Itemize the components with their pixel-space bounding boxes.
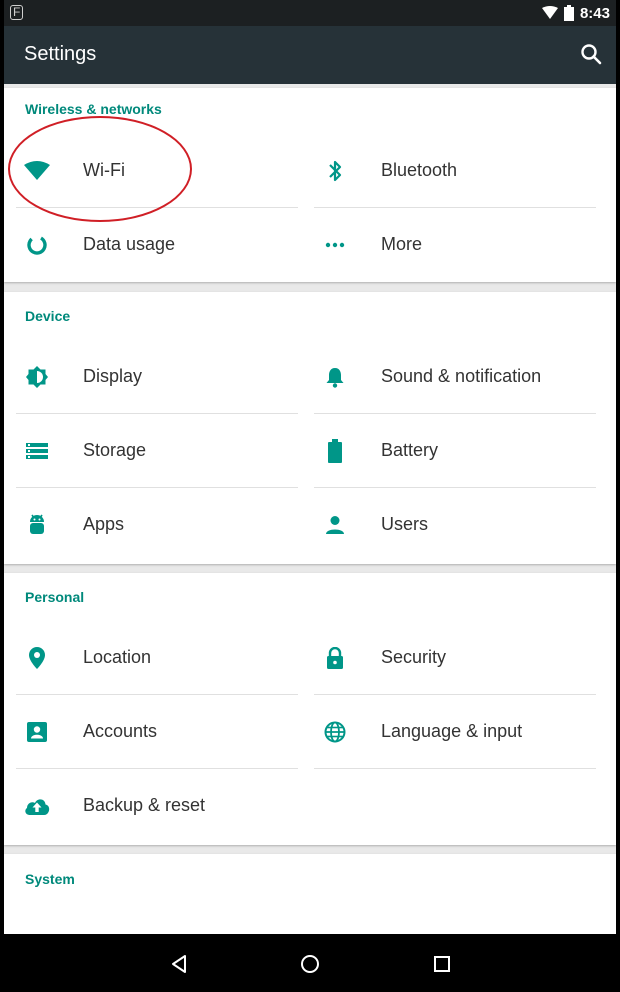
- section-title: Device: [25, 308, 71, 324]
- user-icon: [322, 512, 348, 538]
- bell-icon: [322, 364, 348, 390]
- data-usage-icon: [24, 232, 50, 258]
- status-bar: F 8:43: [4, 0, 616, 26]
- item-label: Backup & reset: [83, 795, 206, 815]
- wifi-signal-icon: [541, 6, 558, 19]
- settings-item-more[interactable]: More: [314, 208, 596, 282]
- settings-item-storage[interactable]: Storage: [16, 414, 298, 488]
- account-box-icon: [24, 719, 50, 745]
- item-label: Data usage: [83, 234, 176, 254]
- cloud-upload-icon: [24, 793, 50, 819]
- bluetooth-icon: [322, 158, 348, 184]
- settings-item-location[interactable]: Location: [16, 621, 298, 695]
- wifi-icon: [24, 158, 50, 184]
- recents-icon[interactable]: [430, 952, 454, 976]
- page-title: Settings: [24, 43, 97, 65]
- back-icon[interactable]: [167, 952, 191, 976]
- app-bar: Settings: [4, 26, 616, 84]
- item-label: Accounts: [83, 721, 158, 741]
- settings-item-sound[interactable]: Sound & notification: [314, 340, 596, 414]
- globe-icon: [322, 719, 348, 745]
- clock: 8:43: [579, 4, 610, 22]
- item-label: Storage: [83, 440, 147, 460]
- navigation-bar: [0, 934, 620, 992]
- settings-item-backup[interactable]: Backup & reset: [16, 769, 298, 843]
- wireless-networks-section: Wireless & networks Wi-Fi Bluetooth Data…: [4, 88, 616, 282]
- item-label: Apps: [83, 514, 125, 534]
- android-icon: [24, 512, 50, 538]
- search-icon[interactable]: [580, 43, 602, 65]
- settings-item-accounts[interactable]: Accounts: [16, 695, 298, 769]
- more-icon: [322, 232, 348, 258]
- settings-item-bluetooth[interactable]: Bluetooth: [314, 134, 596, 208]
- device-screen: F 8:43 Settings Wireless & networks Wi-F…: [4, 0, 616, 992]
- location-pin-icon: [24, 645, 50, 671]
- item-label: Wi-Fi: [83, 160, 125, 180]
- item-label: Location: [83, 647, 152, 667]
- settings-item-wifi[interactable]: Wi-Fi: [16, 134, 298, 208]
- device-section: Device Display Sound & notification Stor…: [4, 292, 616, 564]
- item-label: Users: [381, 514, 429, 534]
- battery-icon: [322, 438, 348, 464]
- home-icon[interactable]: [298, 952, 322, 976]
- settings-item-language[interactable]: Language & input: [314, 695, 596, 769]
- personal-section: Personal Location Security Accounts Lang…: [4, 573, 616, 845]
- item-label: Sound & notification: [381, 366, 542, 386]
- item-label: Security: [381, 647, 447, 667]
- settings-item-security[interactable]: Security: [314, 621, 596, 695]
- item-label: Bluetooth: [381, 160, 458, 180]
- section-title: Personal: [25, 589, 85, 605]
- section-title: System: [25, 871, 75, 887]
- lock-icon: [322, 645, 348, 671]
- notification-icon: F: [10, 5, 24, 20]
- item-label: More: [381, 234, 423, 254]
- item-label: Language & input: [381, 721, 523, 741]
- settings-item-data-usage[interactable]: Data usage: [16, 208, 298, 282]
- brightness-icon: [24, 364, 50, 390]
- settings-item-battery[interactable]: Battery: [314, 414, 596, 488]
- divider: [314, 768, 596, 769]
- settings-item-apps[interactable]: Apps: [16, 488, 298, 562]
- section-title: Wireless & networks: [25, 101, 162, 117]
- settings-item-users[interactable]: Users: [314, 488, 596, 562]
- item-label: Display: [83, 366, 143, 386]
- settings-item-display[interactable]: Display: [16, 340, 298, 414]
- storage-icon: [24, 438, 50, 464]
- item-label: Battery: [381, 440, 439, 460]
- battery-status-icon: [563, 5, 574, 21]
